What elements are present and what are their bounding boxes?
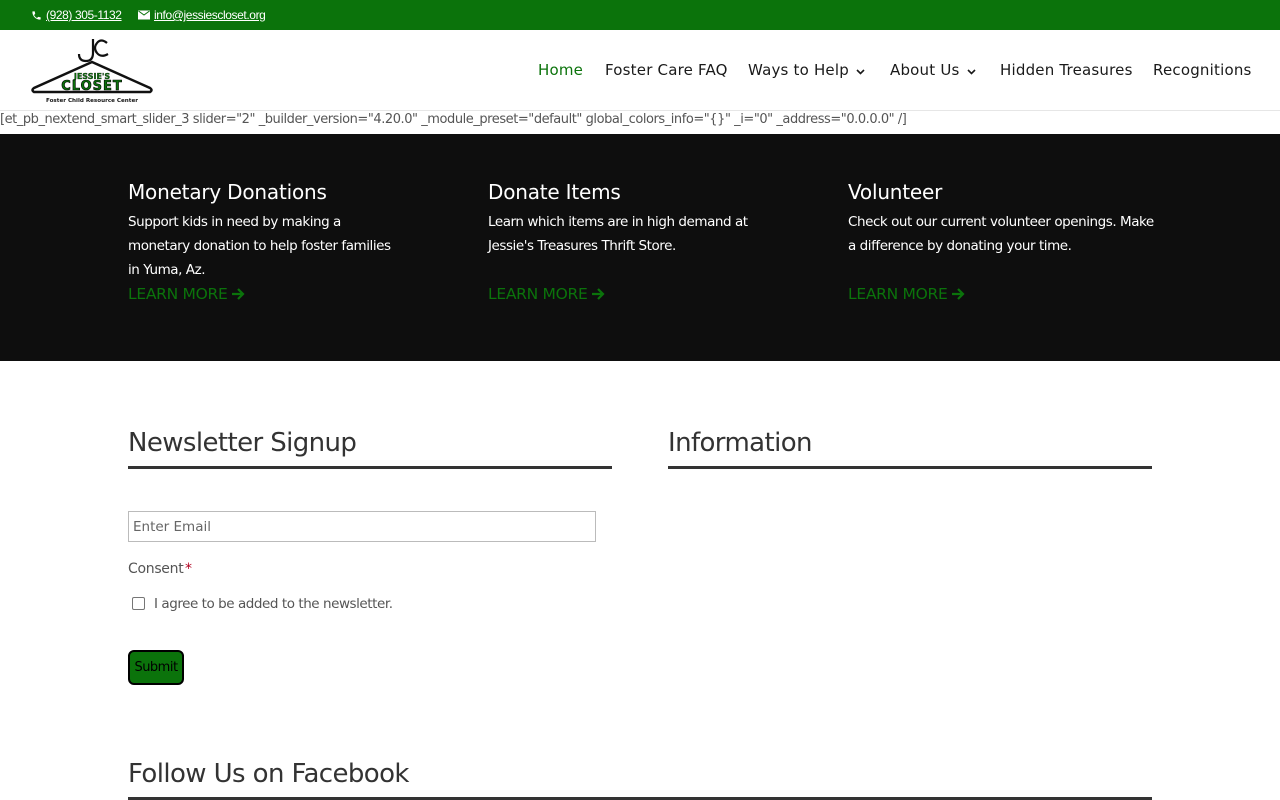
nav-hidden-treasures-label: Hidden Treasures	[1000, 61, 1133, 79]
email-input[interactable]	[128, 511, 596, 542]
site-logo[interactable]: JESSIE'S CLOSET Foster Child Resource Ce…	[31, 37, 153, 104]
arrow-right-icon	[952, 288, 966, 300]
feature-title: Donate Items	[488, 180, 621, 204]
learn-more-link[interactable]: LEARN MORE	[848, 285, 966, 303]
learn-more-label: LEARN MORE	[488, 285, 588, 303]
learn-more-link[interactable]: LEARN MORE	[128, 285, 246, 303]
arrow-right-icon	[592, 288, 606, 300]
envelope-icon	[138, 10, 150, 20]
feature-text: Learn which items are in high demand at …	[488, 214, 748, 254]
learn-more-link[interactable]: LEARN MORE	[488, 285, 606, 303]
feature-text: Check out our current volunteer openings…	[848, 214, 1154, 254]
feature-donate-items: Donate Items Learn which items are in hi…	[488, 180, 808, 303]
nav-recognitions[interactable]: Recognitions	[1153, 61, 1252, 79]
svg-text:Foster Child Resource Center: Foster Child Resource Center	[46, 98, 138, 104]
consent-label: Consent	[128, 561, 184, 577]
consent-checkbox[interactable]	[132, 597, 145, 610]
nav-about-us-label: About Us	[890, 61, 960, 79]
nav-about-us[interactable]: About Us	[890, 61, 976, 79]
feature-monetary-donations: Monetary Donations Support kids in need …	[128, 180, 448, 303]
newsletter-divider	[128, 466, 612, 469]
arrow-right-icon	[232, 288, 246, 300]
information-divider	[668, 466, 1152, 469]
phone-link[interactable]: (928) 305-1132	[31, 0, 122, 30]
facebook-title: Follow Us on Facebook	[128, 759, 409, 789]
required-asterisk: *	[185, 561, 192, 577]
site-header: JESSIE'S CLOSET Foster Child Resource Ce…	[0, 30, 1280, 111]
submit-button[interactable]: Submit	[128, 650, 184, 685]
phone-icon	[32, 10, 41, 20]
information-title: Information	[668, 428, 813, 458]
nav-foster-care-faq[interactable]: Foster Care FAQ	[605, 61, 728, 79]
svg-text:CLOSET: CLOSET	[61, 79, 123, 94]
nav-home-label: Home	[538, 61, 584, 79]
nav-foster-care-faq-label: Foster Care FAQ	[605, 61, 728, 79]
chevron-down-icon	[856, 61, 865, 79]
nav-hidden-treasures[interactable]: Hidden Treasures	[1000, 61, 1133, 79]
learn-more-label: LEARN MORE	[848, 285, 948, 303]
feature-title: Volunteer	[848, 180, 943, 204]
nav-recognitions-label: Recognitions	[1153, 61, 1252, 79]
nav-ways-to-help-label: Ways to Help	[748, 61, 849, 79]
nav-ways-to-help[interactable]: Ways to Help	[748, 61, 865, 79]
feature-title: Monetary Donations	[128, 180, 327, 204]
nav-home[interactable]: Home	[538, 61, 583, 79]
newsletter-title: Newsletter Signup	[128, 428, 357, 458]
feature-band: Monetary Donations Support kids in need …	[0, 134, 1280, 361]
learn-more-label: LEARN MORE	[128, 285, 228, 303]
top-bar: (928) 305-1132 info@jessiescloset.org	[0, 0, 1280, 30]
feature-volunteer: Volunteer Check out our current voluntee…	[848, 180, 1168, 303]
shortcode-text: [et_pb_nextend_smart_slider_3 slider="2"…	[0, 112, 907, 127]
chevron-down-icon	[966, 61, 976, 79]
consent-checkbox-label[interactable]: I agree to be added to the newsletter.	[154, 596, 393, 612]
phone-number[interactable]: (928) 305-1132	[46, 8, 122, 22]
email-link[interactable]: info@jessiescloset.org	[138, 0, 266, 30]
feature-text: Support kids in need by making a monetar…	[128, 214, 391, 278]
email-address[interactable]: info@jessiescloset.org	[154, 8, 266, 22]
